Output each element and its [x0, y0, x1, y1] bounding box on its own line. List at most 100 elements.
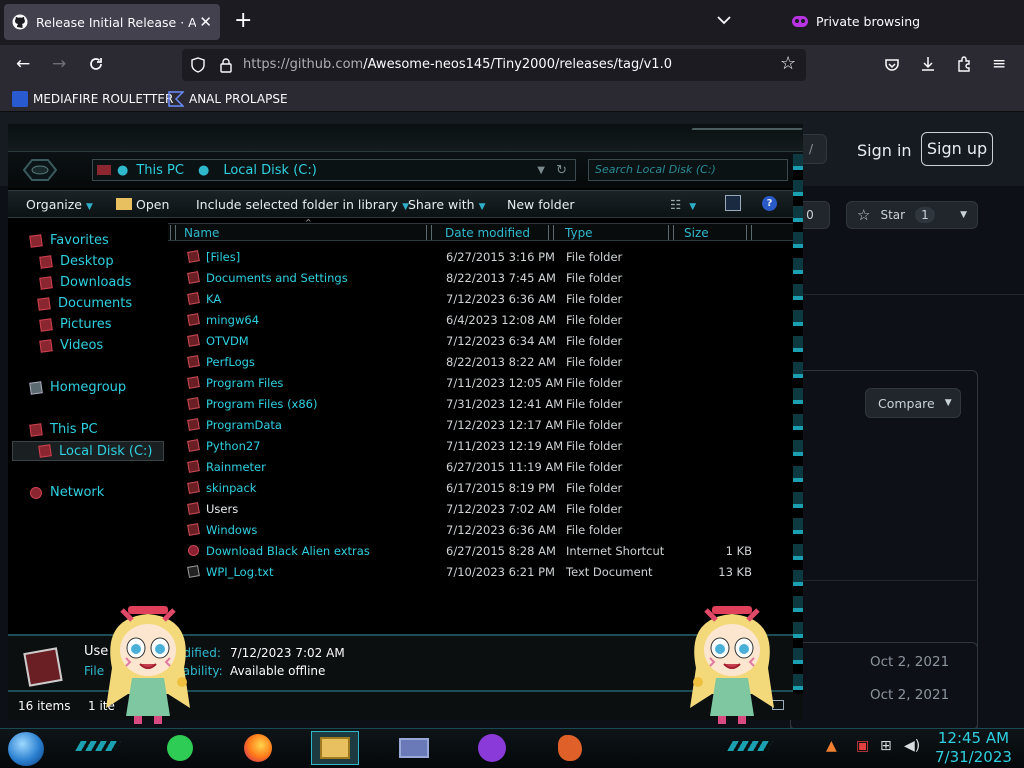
taskbar-notes-app[interactable] [156, 731, 204, 765]
address-bar[interactable]: https://github.com/Awesome-neos145/Tiny2… [182, 49, 806, 81]
file-date-modified: 8/22/2013 7:45 AM [446, 271, 556, 285]
nav-documents[interactable]: Documents [37, 296, 132, 311]
breadcrumb-this-pc[interactable]: This PC [136, 163, 184, 178]
preview-pane-icon[interactable] [725, 195, 741, 211]
tray-app-icon[interactable]: ▲ [826, 738, 837, 754]
bookmark-mediafire[interactable]: MEDIAFIRE ROULETTER [12, 91, 173, 107]
star-button[interactable]: ☆ Star 1 ▼ [846, 201, 978, 229]
table-row[interactable]: [Files] 6/27/2015 3:16 PM File folder [184, 247, 754, 267]
nav-label: Homegroup [50, 380, 127, 395]
shield-icon[interactable] [190, 57, 206, 73]
nav-downloads[interactable]: Downloads [39, 275, 132, 290]
table-row[interactable]: OTVDM 7/12/2023 6:34 AM File folder [184, 331, 754, 351]
url-host: https://github.com [243, 57, 364, 72]
column-size[interactable]: Size [684, 226, 709, 240]
clock[interactable]: 12:45 AM 7/31/2023 [935, 729, 1012, 767]
bookmark-second[interactable]: ANAL PROLAPSE [168, 91, 288, 107]
table-row[interactable]: Users 7/12/2023 7:02 AM File folder [184, 499, 754, 519]
nav-label: Videos [60, 338, 104, 353]
taskbar-firefox[interactable] [234, 731, 282, 765]
view-options-icon[interactable]: ☷ ▼ [670, 197, 696, 212]
nav-desktop[interactable]: Desktop [39, 254, 114, 269]
table-row[interactable]: KA 7/12/2023 6:36 AM File folder [184, 289, 754, 309]
open-button[interactable]: Open [116, 197, 169, 212]
nav-homegroup[interactable]: Homegroup [29, 380, 127, 395]
folder-icon [187, 523, 200, 536]
new-folder-button[interactable]: New folder [507, 197, 575, 212]
back-forward-orb-icon[interactable] [22, 156, 58, 184]
breadcrumb-local-disk[interactable]: Local Disk (C:) [223, 163, 316, 178]
table-row[interactable]: mingw64 6/4/2023 12:08 AM File folder [184, 310, 754, 330]
close-tab-icon[interactable]: ✕ [199, 13, 212, 31]
table-row[interactable]: ProgramData 7/12/2023 12:17 AM File folder [184, 415, 754, 435]
start-button[interactable] [8, 732, 44, 766]
network-icon[interactable]: ⊞ [880, 738, 892, 754]
pictures-icon [39, 317, 53, 332]
table-row[interactable]: Program Files 7/11/2023 12:05 AM File fold… [184, 373, 754, 393]
lock-icon[interactable] [218, 57, 234, 73]
url-text[interactable]: https://github.com/Awesome-neos145/Tiny2… [243, 57, 672, 72]
column-separator[interactable] [548, 225, 554, 240]
share-with-button[interactable]: Share with ▼ [408, 197, 486, 212]
nav-local-disk[interactable]: Local Disk (C:) [12, 441, 164, 461]
organize-button[interactable]: Organize ▼ [26, 197, 93, 212]
command-bar: Organize ▼ Open Include selected folder i… [8, 190, 803, 218]
desktop-icon [39, 254, 53, 269]
nav-label: Downloads [60, 275, 132, 290]
help-icon[interactable]: ? [762, 196, 777, 211]
reload-icon[interactable] [88, 56, 104, 72]
table-row[interactable]: skinpack 6/17/2015 8:19 PM File folder [184, 478, 754, 498]
screen: Release Initial Release · Awesome-neos14… [0, 0, 1024, 768]
volume-icon[interactable]: ◀) [904, 738, 920, 754]
include-in-library-button[interactable]: Include selected folder in library ▼ [196, 197, 409, 212]
column-name[interactable]: Name [184, 226, 219, 240]
column-separator[interactable] [668, 225, 674, 240]
file-type: File folder [566, 481, 623, 495]
nav-label: Local Disk (C:) [59, 443, 153, 459]
table-row[interactable]: Documents and Settings 8/22/2013 7:45 AM F… [184, 268, 754, 288]
star-dropdown-icon[interactable]: ▼ [960, 210, 967, 220]
downloads-icon[interactable] [920, 56, 936, 72]
tray-security-icon[interactable]: ▣ [856, 738, 869, 754]
refresh-icon[interactable]: ↻ [556, 163, 567, 178]
back-icon[interactable]: ← [16, 54, 30, 74]
explorer-title-bar[interactable] [8, 124, 803, 152]
forward-icon[interactable]: → [52, 54, 66, 74]
table-row[interactable]: Program Files (x86) 7/31/2023 12:41 AM Fil… [184, 394, 754, 414]
new-tab-button[interactable]: + [234, 10, 252, 32]
taskbar-file-explorer[interactable] [311, 731, 359, 765]
extensions-icon[interactable] [956, 56, 972, 72]
table-row[interactable]: Windows 7/12/2023 6:36 AM File folder [184, 520, 754, 540]
table-row[interactable]: Download Black Alien extras 6/27/2015 8:2… [184, 541, 754, 561]
breadcrumb[interactable]: ● This PC ● Local Disk (C:) ▼ ↻ [92, 159, 576, 181]
bookmark-star-icon[interactable]: ☆ [780, 53, 796, 74]
menu-icon[interactable]: ≡ [992, 54, 1006, 74]
file-name: PerfLogs [206, 355, 255, 369]
list-all-tabs-icon[interactable] [716, 12, 732, 28]
nav-this-pc[interactable]: This PC [29, 422, 98, 437]
table-row[interactable]: Rainmeter 6/27/2015 11:19 AM File folder [184, 457, 754, 477]
nav-network[interactable]: Network [29, 485, 104, 500]
compare-button[interactable]: Compare ▼ [865, 388, 961, 418]
taskbar-control-panel[interactable] [390, 731, 438, 765]
sign-in-link[interactable]: Sign in [857, 141, 912, 160]
sign-up-button[interactable]: Sign up [921, 132, 993, 166]
table-row[interactable]: PerfLogs 8/22/2013 8:22 AM File folder [184, 352, 754, 372]
search-input[interactable]: Search Local Disk (C:) [588, 159, 788, 181]
table-row[interactable]: WPI_Log.txt 7/10/2023 6:21 PM Text Documen… [184, 562, 754, 582]
folder-icon [187, 250, 200, 263]
column-type[interactable]: Type [565, 226, 593, 240]
pocket-icon[interactable] [884, 57, 900, 73]
table-row[interactable]: Python27 7/11/2023 12:19 AM File folder [184, 436, 754, 456]
nav-favorites[interactable]: Favorites [29, 233, 109, 248]
taskbar-media-app[interactable] [546, 731, 594, 765]
column-date-modified[interactable]: Date modified [445, 226, 530, 240]
column-separator[interactable] [746, 225, 752, 240]
taskbar-private-browsing[interactable] [468, 731, 516, 765]
nav-videos[interactable]: Videos [39, 338, 104, 353]
folder-icon [116, 198, 132, 210]
history-dropdown-icon[interactable]: ▼ [537, 165, 545, 176]
column-separator[interactable] [426, 225, 432, 240]
browser-tab[interactable]: Release Initial Release · Awesome-neos14… [4, 4, 220, 40]
nav-pictures[interactable]: Pictures [39, 317, 111, 332]
